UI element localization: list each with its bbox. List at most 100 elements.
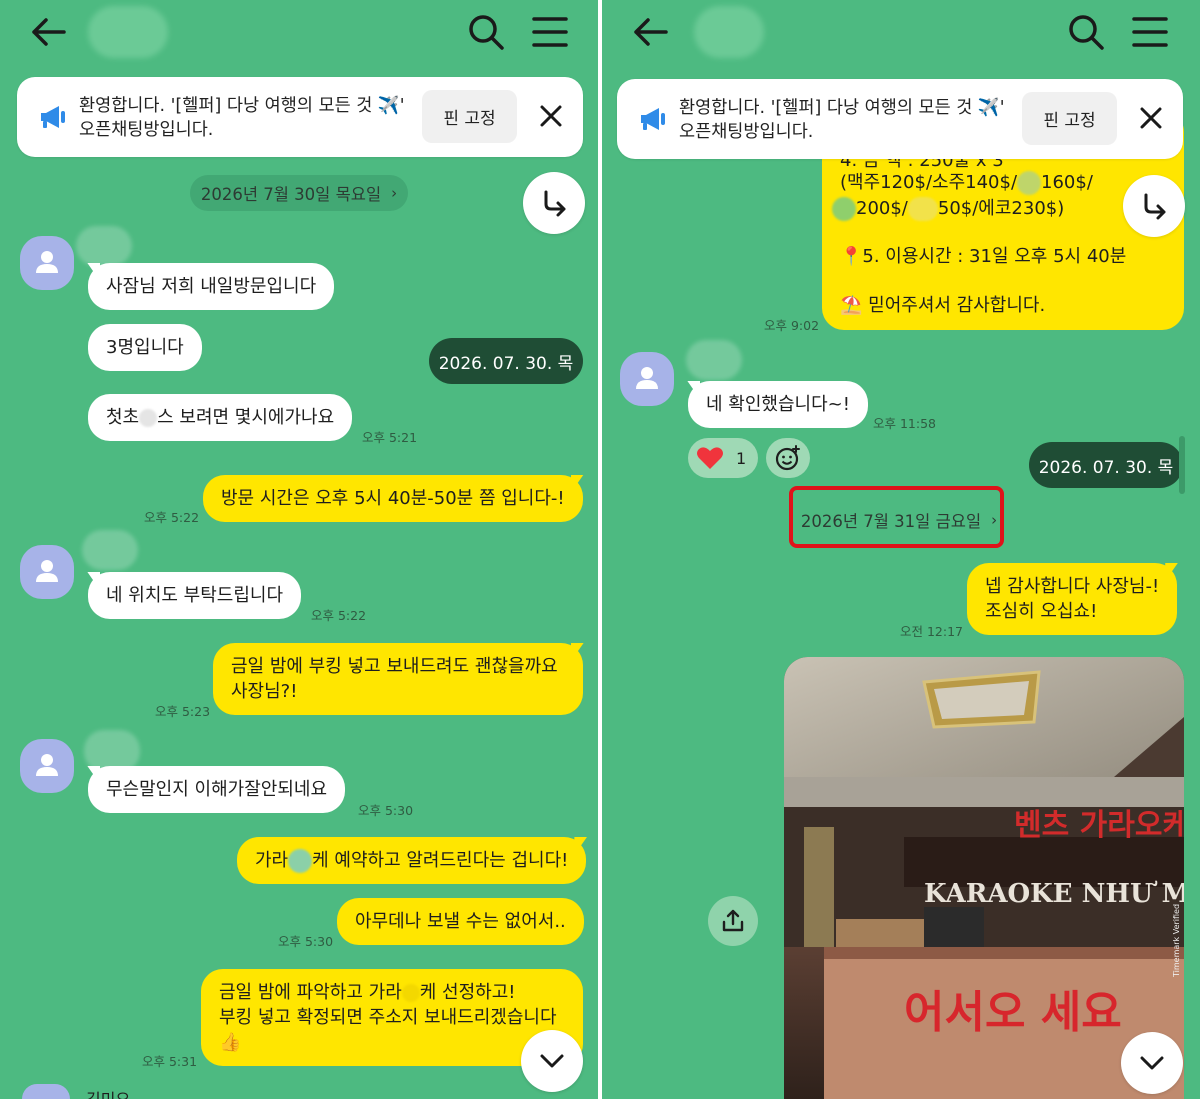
add-emoji-icon xyxy=(775,445,800,471)
counter-lettering: 어서오 세요 xyxy=(904,987,1122,1038)
message-bubble-outgoing[interactable]: 방문 시간은 오후 5시 40분-50분 쯤 입니다-! xyxy=(203,475,583,522)
message-text: 📍5. 이용시간 : 31일 오후 5시 40분 xyxy=(840,246,1127,267)
message-text: ⛱️ 믿어주셔서 감사합니다. xyxy=(840,295,1046,316)
message-time: 오후 5:31 xyxy=(142,1054,198,1069)
arrow-turn-icon xyxy=(544,190,566,217)
watermark: Timemark Verified xyxy=(1172,904,1181,978)
message-bubble-incoming[interactable]: 무슨말인지 이해가잘안되네요 xyxy=(88,766,346,813)
notice-banner[interactable]: 환영합니다. '[헬퍼] 다낭 여행의 모든 것 ✈️' 오픈채팅방입니다. 핀… xyxy=(17,77,583,157)
pin-button[interactable]: 핀 고정 xyxy=(422,90,517,143)
back-arrow-icon[interactable] xyxy=(26,12,70,52)
forward-shortcut-button[interactable] xyxy=(523,172,585,234)
megaphone-icon xyxy=(41,106,65,128)
message-text: 200$/ xyxy=(856,198,908,219)
message-text: 케 선정하고! xyxy=(419,982,516,1003)
sender-name: 김미요 xyxy=(86,1086,130,1099)
message-bubble-incoming[interactable]: 사잠님 저희 내일방문입니다 xyxy=(88,263,335,310)
top-bar xyxy=(0,0,598,64)
reaction-count: 1 xyxy=(736,448,747,468)
blur-mask xyxy=(288,849,313,873)
chevron-right-icon: › xyxy=(391,184,398,202)
karaoke-lobby-photo: 벤츠 가라오케 KARAOKE NHƯ M 어서오 세요 Timemark Ve… xyxy=(784,657,1184,1099)
search-icon[interactable] xyxy=(1064,10,1108,54)
megaphone-icon xyxy=(641,108,665,130)
notice-text: 환영합니다. '[헬퍼] 다낭 여행의 모든 것 ✈️' 오픈채팅방입니다. xyxy=(79,94,419,142)
search-icon[interactable] xyxy=(464,10,508,54)
message-text: 조심히 오십쇼! xyxy=(985,601,1098,622)
message-time: 오후 9:02 xyxy=(764,318,820,333)
chat-panel-left: 환영합니다. '[헬퍼] 다낭 여행의 모든 것 ✈️' 오픈채팅방입니다. 핀… xyxy=(0,0,598,1099)
hamburger-menu-icon[interactable] xyxy=(1128,12,1172,52)
message-bubble-incoming[interactable]: 첫초 스 보려면 몇시에가나요 xyxy=(88,394,353,441)
date-stamp-chip[interactable]: 2026. 07. 30. 목 xyxy=(429,338,583,384)
notice-line1: 환영합니다. '[헬퍼] 다낭 여행의 모든 것 ✈️' xyxy=(79,96,405,116)
message-bubble-incoming[interactable]: 네 위치도 부탁드립니다 xyxy=(88,572,302,619)
person-icon xyxy=(636,367,658,389)
blurred-sender-name xyxy=(82,530,138,570)
message-text: 금일 밤에 파악하고 가라 xyxy=(219,982,402,1003)
photo-message[interactable]: 벤츠 가라오케 KARAOKE NHƯ M 어서오 세요 Timemark Ve… xyxy=(784,657,1184,1099)
blurred-sender-name xyxy=(686,340,742,380)
message-bubble-incoming[interactable]: 3명입니다 xyxy=(88,324,202,371)
blur-mask xyxy=(401,984,420,1002)
message-time: 오후 5:22 xyxy=(144,510,200,525)
blurred-chat-name xyxy=(88,6,168,58)
chevron-down-icon xyxy=(540,1054,564,1068)
date-stamp-chip[interactable]: 2026. 07. 30. 목 xyxy=(1029,442,1183,488)
message-text: 사장님?! xyxy=(231,681,298,702)
arrow-turn-icon xyxy=(1144,193,1166,220)
add-reaction-button[interactable] xyxy=(766,438,810,478)
message-time: 오후 5:30 xyxy=(278,934,334,949)
hamburger-menu-icon[interactable] xyxy=(528,12,572,52)
message-time: 오후 5:30 xyxy=(358,803,414,818)
date-divider[interactable]: 2026년 7월 30일 목요일 › xyxy=(190,175,408,211)
message-bubble-outgoing[interactable]: 아무데나 보낼 수는 없어서.. xyxy=(337,898,584,945)
avatar[interactable] xyxy=(22,1084,70,1099)
share-icon xyxy=(722,909,744,932)
message-line: 금일 밤에 파악하고 가라 케 선정하고! xyxy=(219,980,565,1005)
close-icon[interactable] xyxy=(1136,103,1166,133)
share-button[interactable] xyxy=(708,896,758,946)
message-text: 가라 xyxy=(255,850,289,871)
chat-panel-right: 4. 금 액 : 250불 x 3 (맥주120$/소주140$/160$/ 2… xyxy=(602,0,1200,1099)
scroll-indicator[interactable] xyxy=(1179,436,1185,494)
forward-shortcut-button[interactable] xyxy=(1123,175,1185,237)
avatar[interactable] xyxy=(620,352,674,406)
sign-english: KARAOKE NHƯ M xyxy=(924,879,1184,909)
blur-mask xyxy=(139,409,158,427)
message-text: 첫초 xyxy=(106,407,140,428)
scroll-down-button[interactable] xyxy=(1121,1032,1183,1094)
avatar[interactable] xyxy=(20,739,74,793)
message-text: 넵 감사합니다 사장님-! xyxy=(985,576,1160,597)
message-text: 금일 밤에 부킹 넣고 보내드려도 괜찮을까요 xyxy=(231,656,558,677)
message-bubble-outgoing[interactable]: 넵 감사합니다 사장님-! 조심히 오십쇼! xyxy=(967,563,1178,635)
notice-banner[interactable]: 환영합니다. '[헬퍼] 다낭 여행의 모든 것 ✈️' 오픈채팅방입니다. 핀… xyxy=(617,79,1183,159)
back-arrow-icon[interactable] xyxy=(628,12,672,52)
message-text: 부킹 넣고 확정되면 주소지 보내드리겠습니다 xyxy=(219,1007,557,1028)
red-highlight-box xyxy=(789,486,1004,548)
blur-mask xyxy=(907,197,938,221)
thumbs-up-icon: 👍 xyxy=(219,1032,242,1053)
message-bubble-incoming[interactable]: 네 확인했습니다~! xyxy=(688,381,868,428)
message-time: 오후 5:23 xyxy=(155,704,211,719)
pin-button[interactable]: 핀 고정 xyxy=(1022,92,1117,145)
sign-korean: 벤츠 가라오케 xyxy=(1014,808,1184,843)
avatar[interactable] xyxy=(20,236,74,290)
avatar[interactable] xyxy=(20,545,74,599)
message-bubble-outgoing[interactable]: 가라 케 예약하고 알려드린다는 겁니다! xyxy=(237,837,587,884)
close-icon[interactable] xyxy=(536,101,566,131)
notice-line1: 환영합니다. '[헬퍼] 다낭 여행의 모든 것 ✈️' xyxy=(679,98,1005,118)
message-text: 160$/ xyxy=(1041,172,1093,193)
blur-mask xyxy=(1017,171,1042,195)
scroll-down-button[interactable] xyxy=(521,1030,583,1092)
menu-price-line: (맥주120$/소주140$/ 160$/ xyxy=(840,170,1093,195)
person-icon xyxy=(36,754,58,776)
message-bubble-outgoing[interactable]: 금일 밤에 부킹 넣고 보내드려도 괜찮을까요 사장님?! xyxy=(213,643,583,715)
message-time: 오후 5:21 xyxy=(362,430,418,445)
reaction-heart[interactable]: 1 xyxy=(688,438,758,478)
blurred-sender-name xyxy=(76,226,132,266)
message-text: 50$/에코230$) xyxy=(937,198,1065,219)
notice-line2: 오픈채팅방입니다. xyxy=(679,122,814,142)
date-divider-label: 2026년 7월 30일 목요일 xyxy=(200,185,382,204)
menu-price-line: 200$/ 50$/에코230$) xyxy=(832,196,1064,221)
